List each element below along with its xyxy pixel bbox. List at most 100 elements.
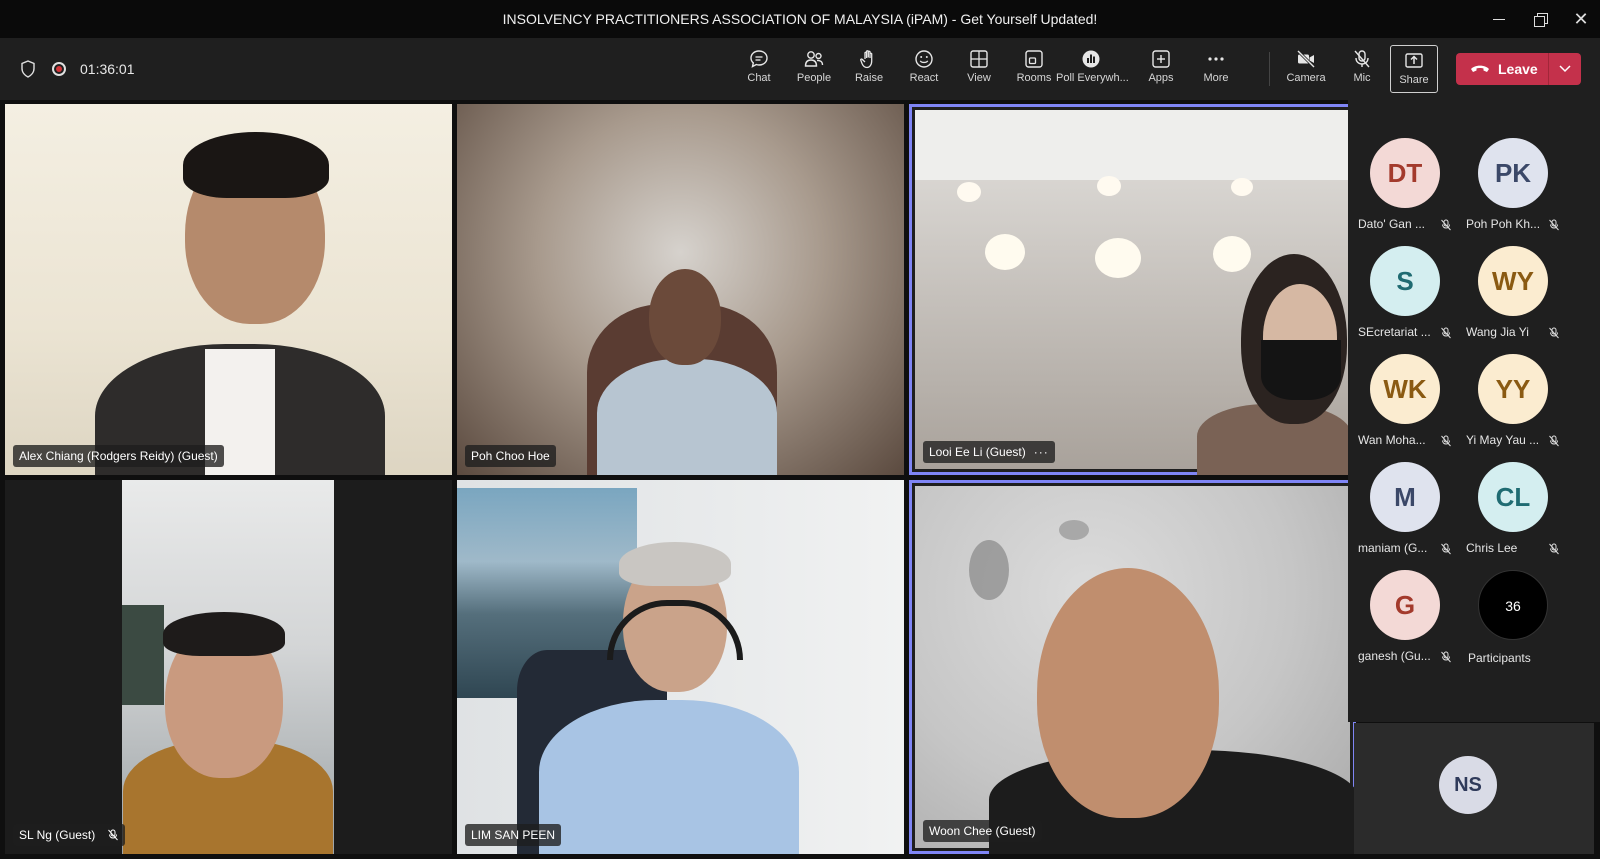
video-tile-poh-choo-hoe[interactable]: Poh Choo Hoe (457, 104, 904, 475)
ceiling-light (957, 182, 981, 202)
participant-name: LIM SAN PEEN (471, 828, 556, 842)
more-options-icon[interactable]: ··· (1034, 445, 1049, 459)
participant-avatar[interactable]: PK (1478, 138, 1548, 208)
mic-off-icon (1354, 50, 1370, 68)
mic-off-icon (1548, 326, 1560, 339)
participant-name-tag: SL Ng (Guest) (13, 824, 125, 846)
view-button[interactable]: View (951, 44, 1007, 94)
add-apps-icon (1152, 50, 1170, 68)
participant-avatar[interactable]: G (1370, 570, 1440, 640)
shield-icon[interactable] (20, 60, 36, 78)
poll-label: Poll Everywh... (1056, 72, 1129, 84)
participant-avatar[interactable]: WK (1370, 354, 1440, 424)
participant-name: Woon Chee (Guest) (929, 824, 1036, 838)
video-tile-woon-chee[interactable]: Woon Chee (Guest) (909, 480, 1356, 854)
participant-avatar[interactable]: S (1370, 246, 1440, 316)
chat-icon (750, 50, 768, 68)
mic-label: Mic (1353, 72, 1371, 84)
toolbar-divider (1269, 52, 1270, 86)
close-window-button[interactable]: ✕ (1570, 8, 1592, 30)
meeting-toolbar: 01:36:01 Chat People Raise React View Ro… (0, 38, 1600, 100)
participant-roster: DT Dato' Gan ... PK Poh Poh Kh... S SEcretari… (1348, 100, 1600, 722)
participant-name: Poh Choo Hoe (471, 449, 550, 463)
participant-name-tag: LIM SAN PEEN (465, 824, 562, 846)
chat-button[interactable]: Chat (731, 44, 787, 94)
person-head (649, 269, 721, 365)
video-tile-looi-ee-li[interactable]: Looi Ee Li (Guest) ··· (909, 104, 1356, 475)
more-label: More (1203, 72, 1229, 84)
participant-avatar[interactable]: DT (1370, 138, 1440, 208)
mic-off-icon (1440, 326, 1452, 339)
share-label: Share (1399, 74, 1429, 86)
participant-name: SL Ng (Guest) (19, 828, 96, 842)
hang-up-phone-icon (1471, 65, 1489, 72)
breakout-rooms-icon (1025, 50, 1043, 68)
person-head (1037, 568, 1219, 818)
mic-button[interactable]: Mic (1334, 44, 1390, 94)
react-label: React (909, 72, 939, 84)
mic-off-icon (1548, 218, 1560, 231)
window-title: INSOLVENCY PRACTITIONERS ASSOCIATION OF … (502, 11, 1098, 27)
people-icon (804, 51, 824, 67)
recording-indicator-icon (52, 62, 66, 76)
minimize-button[interactable] (1488, 8, 1510, 30)
video-tile-sl-ng[interactable]: SL Ng (Guest) (5, 480, 452, 854)
participant-avatar[interactable]: CL (1478, 462, 1548, 532)
maximize-button[interactable] (1530, 8, 1552, 30)
participant-name: Alex Chiang (Rodgers Reidy) (Guest) (19, 449, 218, 463)
video-tile-lim-san-peen[interactable]: LIM SAN PEEN (457, 480, 904, 854)
participant-avatar[interactable]: WY (1478, 246, 1548, 316)
ceiling-light (1097, 176, 1121, 196)
view-label: View (967, 72, 991, 84)
background-blur-spot (1059, 520, 1089, 540)
leave-divider (1548, 53, 1549, 85)
ceiling-light (1213, 236, 1251, 272)
hand-icon (860, 50, 873, 69)
chevron-down-icon[interactable] (1558, 61, 1572, 75)
participant-count-button[interactable]: 36 (1478, 570, 1548, 640)
participant-name-tag: Poh Choo Hoe (465, 445, 556, 467)
person-hair (183, 132, 329, 198)
background-blur-spot (969, 540, 1009, 600)
poll-everywhere-button[interactable]: Poll Everywh... (1056, 44, 1129, 94)
self-view-tile[interactable]: NS (1354, 723, 1594, 854)
react-button[interactable]: React (896, 44, 952, 94)
ceiling-light (985, 234, 1025, 270)
grid-view-icon (970, 50, 988, 68)
rooms-button[interactable]: Rooms (1006, 44, 1062, 94)
participant-avatar[interactable]: YY (1478, 354, 1548, 424)
video-tile-alex-chiang[interactable]: Alex Chiang (Rodgers Reidy) (Guest) (5, 104, 452, 475)
person-silhouette (597, 359, 777, 475)
ceiling-light (1231, 178, 1253, 196)
share-screen-icon (1405, 53, 1423, 68)
self-avatar: NS (1439, 756, 1497, 814)
people-button[interactable]: People (786, 44, 842, 94)
participant-name-tag: Looi Ee Li (Guest) ··· (923, 441, 1055, 463)
mic-off-icon (1440, 434, 1452, 447)
more-button[interactable]: More (1188, 44, 1244, 94)
leave-button[interactable]: Leave (1456, 53, 1581, 85)
participant-avatar[interactable]: M (1370, 462, 1440, 532)
participant-name: Looi Ee Li (Guest) (929, 445, 1026, 459)
title-bar: INSOLVENCY PRACTITIONERS ASSOCIATION OF … (0, 0, 1600, 38)
rooms-label: Rooms (1016, 72, 1052, 84)
participant-name-tag: Alex Chiang (Rodgers Reidy) (Guest) (13, 445, 224, 467)
leave-label: Leave (1498, 61, 1538, 77)
face-mask (1261, 340, 1341, 400)
person-silhouette (539, 700, 799, 854)
person-hair (163, 612, 285, 656)
chat-label: Chat (747, 72, 771, 84)
more-dots-icon (1208, 57, 1224, 61)
ceiling (915, 110, 1350, 180)
raise-hand-button[interactable]: Raise (841, 44, 897, 94)
mic-off-icon (1548, 434, 1560, 447)
mic-off-icon (107, 829, 118, 841)
share-button[interactable]: Share (1390, 45, 1438, 93)
person-hair (619, 542, 731, 586)
meeting-timer: 01:36:01 (80, 61, 135, 77)
apps-button[interactable]: Apps (1133, 44, 1189, 94)
ceiling-light (1095, 238, 1141, 278)
participant-count-label: Participants (1468, 651, 1531, 665)
mic-off-icon (1440, 218, 1452, 231)
camera-button[interactable]: Camera (1278, 44, 1334, 94)
